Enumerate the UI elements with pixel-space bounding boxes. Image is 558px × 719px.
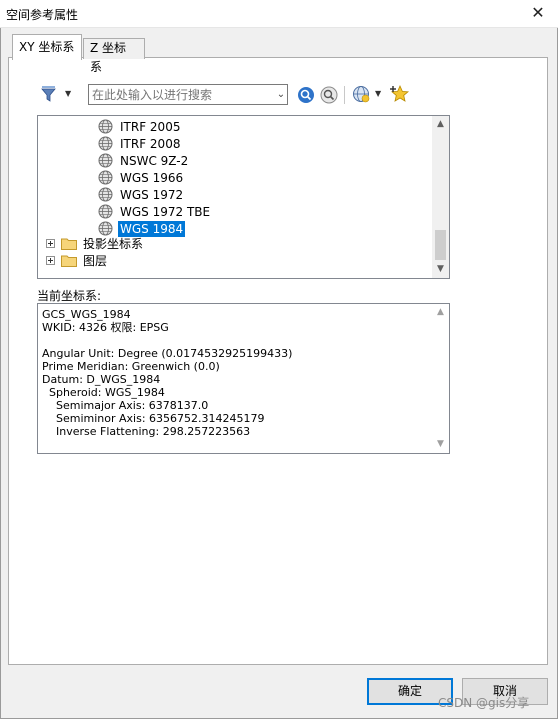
tree-item-label: WGS 1972 TBE (120, 204, 211, 219)
tree-item[interactable]: ITRF 2008 (98, 135, 182, 152)
detail-line: GCS_WGS_1984 (42, 308, 131, 321)
detail-line: Angular Unit: Degree (0.0174532925199433… (42, 347, 293, 360)
current-coordinate-system-label: 当前坐标系: (37, 289, 102, 303)
detail-line: Semiminor Axis: 6356752.314245179 (42, 412, 265, 425)
detail-line: Semimajor Axis: 6378137.0 (42, 399, 209, 412)
tree-item-label: WGS 1972 (120, 187, 184, 202)
current-coordinate-system-details[interactable]: GCS_WGS_1984 WKID: 4326 权限: EPSG Angular U… (37, 303, 450, 454)
favorite-add-icon[interactable] (390, 84, 410, 104)
watermark: CSDN @gis分享 (438, 696, 530, 710)
title-bar[interactable]: 空间参考属性 ✕ (0, 0, 558, 28)
globe-icon (98, 136, 113, 151)
scroll-up-icon[interactable]: ▲ (432, 116, 449, 133)
globe-icon (98, 119, 113, 134)
scroll-down-icon[interactable]: ▼ (432, 436, 449, 453)
expand-icon[interactable] (46, 239, 55, 248)
expand-icon[interactable] (46, 256, 55, 265)
filter-button[interactable]: ▼ (40, 84, 76, 106)
tree-item-label: ITRF 2008 (120, 136, 181, 151)
detail-line: Datum: D_WGS_1984 (42, 373, 161, 386)
globe-icon (98, 204, 113, 219)
tree-item[interactable]: NSWC 9Z-2 (98, 152, 190, 169)
tree-folder-layers[interactable]: 图层 (46, 252, 109, 269)
tree-folder-label: 投影坐标系 (83, 236, 144, 251)
tab-z-coordinate-system[interactable]: Z 坐标系 (83, 38, 145, 74)
globe-add-icon[interactable] (352, 85, 370, 103)
tree-folder-projected[interactable]: 投影坐标系 (46, 235, 145, 252)
tree-item-label: WGS 1966 (120, 170, 184, 185)
tree-item-label: NSWC 9Z-2 (120, 153, 189, 168)
chevron-down-icon[interactable]: ▼ (65, 89, 71, 98)
search-input[interactable] (88, 84, 288, 105)
details-scrollbar[interactable]: ▲ ▼ (432, 304, 449, 453)
scroll-down-icon[interactable]: ▼ (432, 261, 449, 278)
detail-line: Inverse Flattening: 298.257223563 (42, 425, 251, 438)
search-dropdown-icon[interactable]: ⌄ (274, 85, 288, 104)
tree-item[interactable]: ITRF 2005 (98, 118, 182, 135)
scrollbar-thumb[interactable] (435, 230, 446, 260)
tree-item[interactable]: WGS 1966 (98, 169, 185, 186)
folder-icon (61, 255, 77, 267)
tree-item-label: ITRF 2005 (120, 119, 181, 134)
toolbar-separator (344, 86, 345, 104)
coordinate-system-tree[interactable]: ITRF 2005 ITRF 2008 NSWC 9Z-2 WGS 1966 WGS 1… (37, 115, 450, 279)
window-title: 空间参考属性 (6, 8, 79, 22)
globe-icon (98, 170, 113, 185)
close-icon[interactable]: ✕ (518, 0, 558, 28)
globe-icon (98, 187, 113, 202)
clear-search-icon[interactable] (319, 85, 339, 105)
tree-item[interactable]: WGS 1972 TBE (98, 203, 212, 220)
filter-icon (41, 86, 56, 102)
globe-icon (98, 221, 113, 236)
scroll-up-icon[interactable]: ▲ (432, 304, 449, 321)
detail-line: Prime Meridian: Greenwich (0.0) (42, 360, 220, 373)
detail-line: Spheroid: WGS_1984 (42, 386, 165, 399)
tab-xy-coordinate-system[interactable]: XY 坐标系 (12, 34, 82, 60)
tree-item[interactable]: WGS 1972 (98, 186, 185, 203)
folder-icon (61, 238, 77, 250)
chevron-down-icon[interactable]: ▼ (375, 89, 381, 98)
tree-folder-label: 图层 (83, 253, 108, 268)
search-icon[interactable] (296, 85, 316, 105)
detail-line: WKID: 4326 权限: EPSG (42, 321, 169, 334)
tree-scrollbar[interactable]: ▲ ▼ (432, 116, 449, 278)
globe-icon (98, 153, 113, 168)
